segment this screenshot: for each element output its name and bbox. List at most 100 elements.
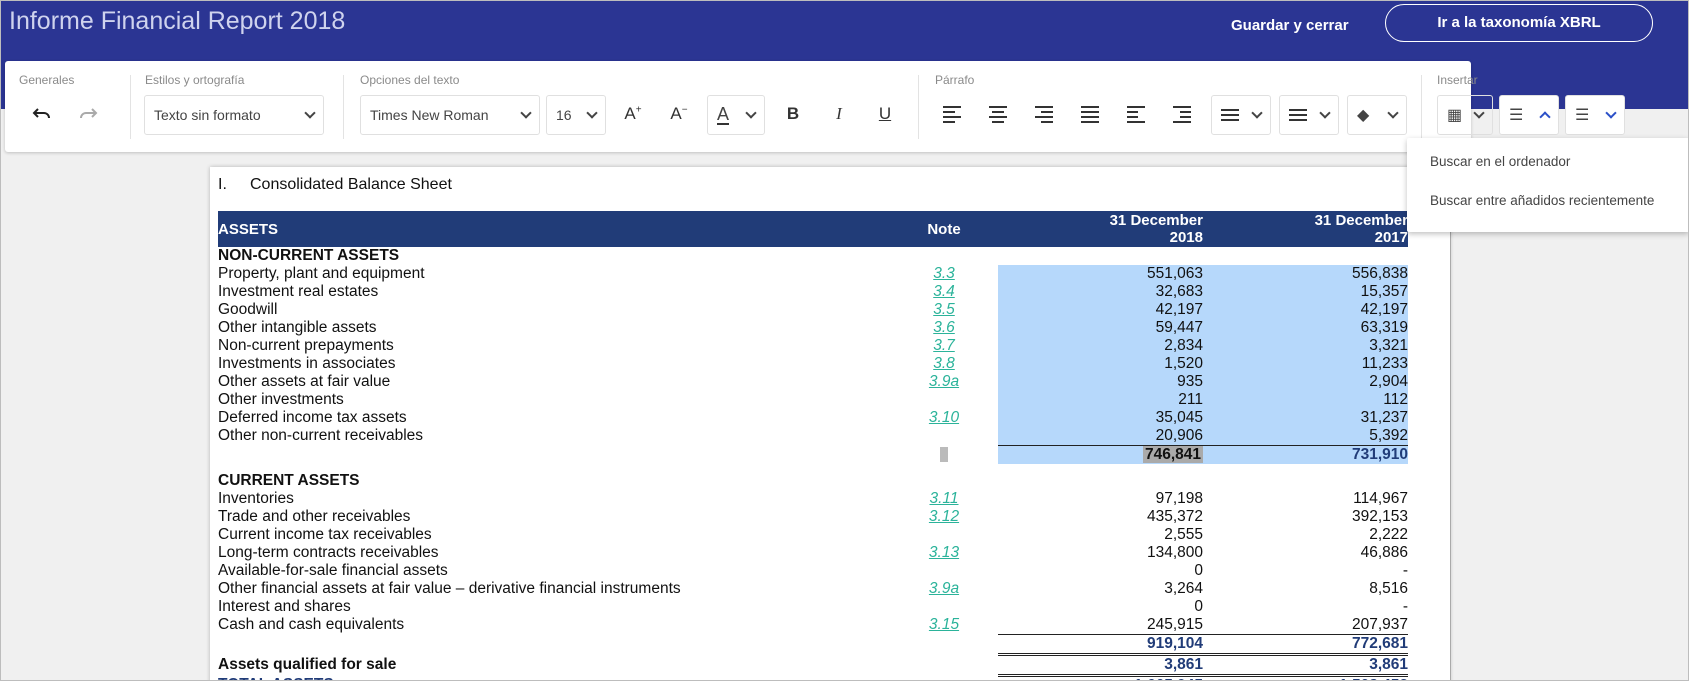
justify-button[interactable] bbox=[1073, 94, 1107, 134]
outdent-button[interactable] bbox=[1119, 94, 1153, 134]
value-2018[interactable]: 2,555 bbox=[998, 526, 1203, 544]
table-row[interactable]: Other investments 211 112 bbox=[218, 391, 1408, 409]
note-link[interactable]: 3.9a bbox=[929, 580, 959, 597]
value-2017[interactable]: 392,153 bbox=[1203, 508, 1408, 526]
redo-button[interactable] bbox=[71, 94, 105, 134]
table-row[interactable]: Property, plant and equipment 3.3 551,063 5… bbox=[218, 265, 1408, 283]
table-settings-select[interactable]: ☰ bbox=[1565, 95, 1625, 135]
document-page[interactable]: I. Consolidated Balance Sheet ASSETS Note… bbox=[210, 167, 1450, 680]
value-2018[interactable]: 97,198 bbox=[998, 490, 1203, 508]
value-2018[interactable]: 32,683 bbox=[998, 283, 1203, 301]
note-link[interactable]: 3.13 bbox=[929, 544, 959, 561]
balance-sheet-table[interactable]: ASSETS Note 31 December 2018 31 December 2… bbox=[218, 211, 1408, 680]
value-2017[interactable]: 2,222 bbox=[1203, 526, 1408, 544]
table-row[interactable]: Inventories 3.11 97,198 114,967 bbox=[218, 490, 1408, 508]
value-2017[interactable]: 114,967 bbox=[1203, 490, 1408, 508]
font-size-select[interactable]: 16 bbox=[546, 95, 606, 135]
value-2018[interactable]: 435,372 bbox=[998, 508, 1203, 526]
note-link[interactable]: 3.9a bbox=[929, 373, 959, 390]
value-2018[interactable]: 42,197 bbox=[998, 301, 1203, 319]
total-2017[interactable]: 1,508,452 bbox=[1203, 674, 1408, 680]
value-2017[interactable]: 3,321 bbox=[1203, 337, 1408, 355]
align-left-button[interactable] bbox=[935, 94, 969, 134]
decrease-font-button[interactable]: A− bbox=[661, 94, 697, 134]
qualified-row[interactable]: Assets qualified for sale 3,861 3,861 bbox=[218, 653, 1408, 676]
total-row[interactable]: TOTAL ASSETS 1,665,9451,508,452 bbox=[218, 674, 1408, 680]
value-2018[interactable]: 3,861 bbox=[998, 653, 1203, 676]
table-row[interactable]: Other non-current receivables 20,906 5,392 bbox=[218, 427, 1408, 446]
insert-table-select[interactable]: ▦ bbox=[1437, 95, 1493, 135]
value-2017[interactable]: 207,937 bbox=[1203, 616, 1408, 635]
subtotal-row[interactable]: 919,104 772,681 bbox=[218, 634, 1408, 655]
table-row[interactable]: Current income tax receivables 2,555 2,222 bbox=[218, 526, 1408, 544]
note-link[interactable]: 3.7 bbox=[933, 337, 955, 354]
note-link[interactable]: 3.11 bbox=[929, 490, 958, 507]
value-2018[interactable]: 0 bbox=[998, 562, 1203, 580]
indent-button[interactable] bbox=[1165, 94, 1199, 134]
menu-item-search-recent[interactable]: Buscar entre añadidos recientemente bbox=[1430, 193, 1654, 208]
subtotal-row[interactable]: 746,841 731,910 bbox=[218, 445, 1408, 464]
insert-row-select[interactable]: ☰ bbox=[1499, 95, 1559, 135]
font-color-select[interactable]: A bbox=[707, 95, 765, 135]
increase-font-button[interactable]: A+ bbox=[615, 94, 651, 134]
fill-color-select[interactable]: ◆ bbox=[1347, 95, 1407, 135]
value-2017[interactable]: 556,838 bbox=[1203, 265, 1408, 283]
note-link[interactable]: 3.15 bbox=[929, 616, 959, 633]
subtotal-2017[interactable]: 772,681 bbox=[1203, 634, 1408, 655]
table-row[interactable]: Available-for-sale financial assets 0- bbox=[218, 562, 1408, 580]
value-2018[interactable]: 245,915 bbox=[998, 616, 1203, 635]
italic-button[interactable]: I bbox=[821, 94, 857, 134]
table-row[interactable]: Investments in associates 3.8 1,520 11,233 bbox=[218, 355, 1408, 373]
style-select[interactable]: Texto sin formato bbox=[144, 95, 324, 135]
subtotal-2017[interactable]: 731,910 bbox=[1203, 445, 1408, 464]
note-link[interactable]: 3.12 bbox=[929, 508, 959, 525]
table-row[interactable]: Other intangible assets 3.6 59,447 63,319 bbox=[218, 319, 1408, 337]
align-center-button[interactable] bbox=[981, 94, 1015, 134]
table-row[interactable]: Investment real estates 3.4 32,683 15,357 bbox=[218, 283, 1408, 301]
value-2017[interactable]: 2,904 bbox=[1203, 373, 1408, 391]
subtotal-2018[interactable]: 919,104 bbox=[998, 634, 1203, 655]
selected-value[interactable]: 746,841 bbox=[1142, 446, 1203, 463]
note-link[interactable]: 3.5 bbox=[933, 301, 955, 318]
table-row[interactable]: Non-current prepayments 3.7 2,834 3,321 bbox=[218, 337, 1408, 355]
table-row[interactable]: Trade and other receivables 3.12 435,372 39… bbox=[218, 508, 1408, 526]
value-2017[interactable]: 42,197 bbox=[1203, 301, 1408, 319]
value-2017[interactable]: 63,319 bbox=[1203, 319, 1408, 337]
table-row[interactable]: Long-term contracts receivables 3.13 134,8… bbox=[218, 544, 1408, 562]
value-2018[interactable]: 134,800 bbox=[998, 544, 1203, 562]
value-2018[interactable]: 2,834 bbox=[998, 337, 1203, 355]
value-2018[interactable]: 551,063 bbox=[998, 265, 1203, 283]
bullet-list-select[interactable] bbox=[1279, 95, 1339, 135]
table-row[interactable]: Other financial assets at fair value – d… bbox=[218, 580, 1408, 598]
value-2017[interactable]: 3,861 bbox=[1203, 653, 1408, 676]
align-right-button[interactable] bbox=[1027, 94, 1061, 134]
note-link[interactable]: 3.6 bbox=[933, 319, 955, 336]
value-2017[interactable]: 46,886 bbox=[1203, 544, 1408, 562]
value-2018[interactable]: 35,045 bbox=[998, 409, 1203, 427]
value-2017[interactable]: 5,392 bbox=[1203, 427, 1408, 446]
subtotal-2018[interactable]: 746,841 bbox=[998, 445, 1203, 464]
value-2018[interactable]: 1,520 bbox=[998, 355, 1203, 373]
xbrl-taxonomy-button[interactable]: Ir a la taxonomía XBRL bbox=[1385, 4, 1653, 42]
value-2018[interactable]: 0 bbox=[998, 598, 1203, 616]
table-row[interactable]: Cash and cash equivalents 3.15 245,915 207,… bbox=[218, 616, 1408, 635]
note-link[interactable]: 3.10 bbox=[929, 409, 959, 426]
value-2017[interactable]: - bbox=[1203, 562, 1408, 580]
table-row[interactable]: Other assets at fair value 3.9a 935 2,904 bbox=[218, 373, 1408, 391]
value-2017[interactable]: 8,516 bbox=[1203, 580, 1408, 598]
value-2018[interactable]: 20,906 bbox=[998, 427, 1203, 446]
table-row[interactable]: Interest and shares 0- bbox=[218, 598, 1408, 616]
value-2018[interactable]: 935 bbox=[998, 373, 1203, 391]
value-2017[interactable]: 31,237 bbox=[1203, 409, 1408, 427]
value-2018[interactable]: 3,264 bbox=[998, 580, 1203, 598]
total-2018[interactable]: 1,665,945 bbox=[998, 674, 1203, 680]
font-family-select[interactable]: Times New Roman bbox=[360, 95, 540, 135]
value-2017[interactable]: - bbox=[1203, 598, 1408, 616]
numbered-list-select[interactable] bbox=[1211, 95, 1271, 135]
undo-button[interactable] bbox=[25, 94, 59, 134]
value-2018[interactable]: 59,447 bbox=[998, 319, 1203, 337]
table-row[interactable]: Goodwill 3.5 42,197 42,197 bbox=[218, 301, 1408, 319]
value-2018[interactable]: 211 bbox=[998, 391, 1203, 409]
value-2017[interactable]: 11,233 bbox=[1203, 355, 1408, 373]
table-row[interactable]: Deferred income tax assets 3.10 35,045 31,2… bbox=[218, 409, 1408, 427]
